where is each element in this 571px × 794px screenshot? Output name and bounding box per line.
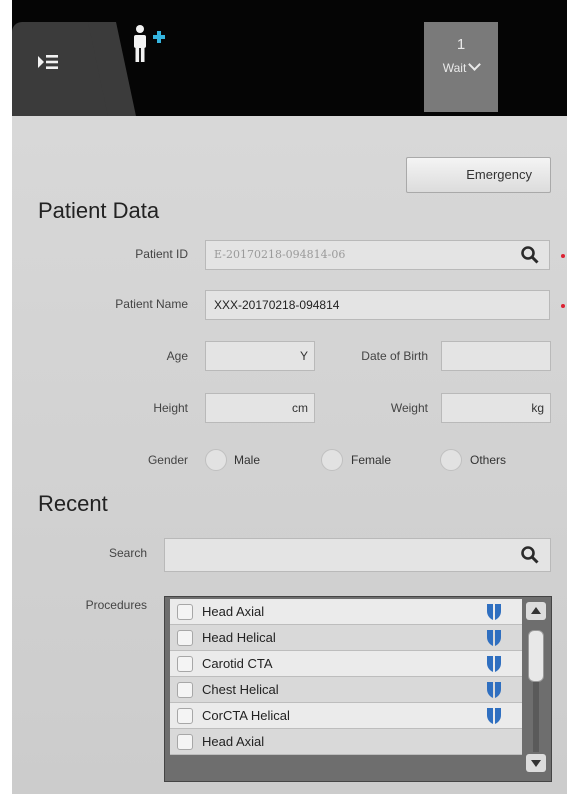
dob-label: Date of Birth (361, 349, 428, 363)
procedure-label: CorCTA Helical (202, 708, 290, 723)
procedure-label: Carotid CTA (202, 656, 273, 671)
gender-male-radio[interactable] (205, 449, 227, 471)
procedures-list: Head Axial Head Helical Carotid CTA Ches… (164, 596, 552, 782)
procedure-row[interactable]: Carotid CTA (170, 651, 522, 677)
procedure-label: Head Axial (202, 604, 265, 619)
search-label: Search (108, 546, 147, 560)
procedure-label: Chest Helical (202, 682, 279, 697)
emergency-button[interactable]: Emergency (406, 157, 551, 193)
weight-unit: kg (531, 401, 544, 415)
procedure-search-input[interactable] (164, 538, 551, 572)
patient-id-field[interactable]: E-20170218-094814-06 (205, 240, 550, 270)
procedure-label: Head Axial (202, 734, 265, 749)
scroll-up-button[interactable] (526, 602, 546, 620)
shield-icon (487, 708, 501, 724)
weight-label: Weight (390, 401, 428, 415)
procedure-checkbox[interactable] (177, 682, 193, 698)
gender-female-label: Female (351, 453, 392, 467)
patient-data-title: Patient Data (38, 198, 160, 223)
patient-panel: Emergency Patient Data Patient ID E-2017… (12, 116, 567, 794)
gender-male-label: Male (234, 453, 261, 467)
shield-icon (487, 604, 501, 620)
patient-id-label: Patient ID (135, 247, 188, 261)
required-indicator (561, 304, 565, 308)
list-collapse-icon (38, 55, 58, 69)
age-label: Age (166, 349, 188, 363)
procedure-checkbox[interactable] (177, 630, 193, 646)
procedure-checkbox[interactable] (177, 604, 193, 620)
procedures-scrollbar[interactable] (526, 602, 546, 772)
height-unit: cm (292, 401, 308, 415)
scrollbar-thumb[interactable] (528, 630, 544, 682)
height-label: Height (153, 401, 188, 415)
wait-count: 1 (456, 36, 466, 53)
tab-patient-list[interactable] (12, 22, 112, 116)
dob-field[interactable] (441, 341, 551, 371)
procedure-label: Head Helical (202, 630, 276, 645)
procedure-row[interactable]: CorCTA Helical (170, 703, 522, 729)
age-unit: Y (299, 349, 308, 363)
procedure-row[interactable]: Head Axial (170, 599, 522, 625)
scroll-down-button[interactable] (526, 754, 546, 772)
height-field[interactable]: cm (205, 393, 315, 423)
gender-label: Gender (147, 453, 188, 467)
procedure-checkbox[interactable] (177, 656, 193, 672)
app-frame: 1 Wait Emergency Patient Data Patient ID… (12, 0, 567, 794)
procedure-row[interactable]: Head Axial (170, 729, 522, 755)
procedure-checkbox[interactable] (177, 734, 193, 750)
shield-icon (487, 656, 501, 672)
required-indicator (561, 254, 565, 258)
wait-label: Wait (424, 58, 498, 75)
add-patient-icon[interactable] (128, 24, 178, 64)
gender-others-radio[interactable] (440, 449, 462, 471)
search-icon[interactable] (520, 245, 540, 265)
shield-icon (487, 682, 501, 698)
gender-others-label: Others (470, 453, 507, 467)
procedure-row[interactable]: Head Helical (170, 625, 522, 651)
procedure-row[interactable]: Chest Helical (170, 677, 522, 703)
patient-name-field[interactable]: XXX-20170218-094814 (205, 290, 550, 320)
top-bar: 1 Wait (12, 0, 567, 116)
age-field[interactable]: Y (205, 341, 315, 371)
wait-queue-button[interactable]: 1 Wait (424, 22, 498, 112)
shield-icon (487, 630, 501, 646)
weight-field[interactable]: kg (441, 393, 551, 423)
search-icon[interactable] (520, 545, 540, 565)
recent-title: Recent (38, 491, 108, 516)
arrow-down-icon (531, 760, 541, 767)
chevron-down-icon (468, 58, 482, 71)
procedures-label: Procedures (85, 598, 147, 612)
gender-female-radio[interactable] (321, 449, 343, 471)
patient-name-label: Patient Name (115, 297, 188, 311)
procedure-checkbox[interactable] (177, 708, 193, 724)
arrow-up-icon (531, 607, 541, 614)
